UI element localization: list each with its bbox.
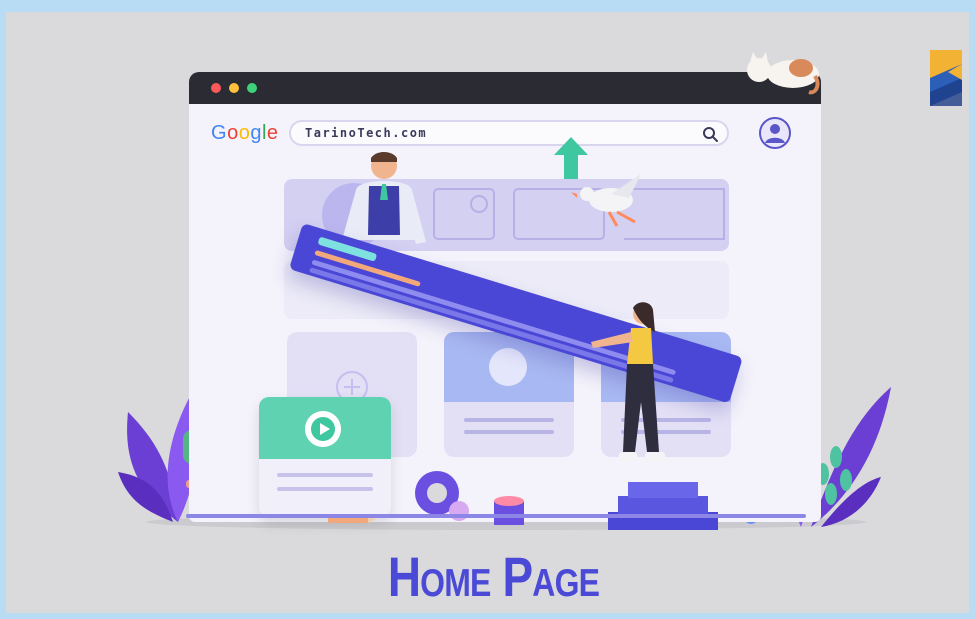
card-text-line	[464, 430, 554, 434]
google-letter: o	[238, 122, 251, 144]
ground-line	[186, 514, 806, 518]
illustration-scene: Google TarinoTech.com Home Page	[6, 12, 969, 613]
search-input[interactable]: TarinoTech.com	[305, 126, 427, 140]
screenshot-frame: Google TarinoTech.com Home Page	[0, 0, 975, 619]
minimize-dot-icon	[229, 83, 239, 93]
cylinder-shape	[494, 496, 524, 525]
bird-icon	[571, 174, 641, 227]
steps-shape	[608, 482, 718, 530]
card-text-line	[464, 418, 554, 422]
google-letter: g	[250, 122, 262, 144]
cat-icon	[747, 52, 820, 95]
maximize-dot-icon	[247, 83, 257, 93]
brand-logo-icon	[930, 50, 962, 106]
search-icon[interactable]	[701, 125, 719, 143]
close-dot-icon	[211, 83, 221, 93]
search-bar[interactable]: TarinoTech.com	[289, 120, 729, 146]
video-text-line	[277, 473, 373, 477]
content-card[interactable]	[444, 332, 574, 457]
page-title: Home Page	[387, 545, 600, 608]
play-icon[interactable]	[305, 411, 341, 447]
card-image-circle	[489, 348, 527, 386]
video-card[interactable]	[259, 397, 391, 517]
google-letter: e	[266, 122, 279, 144]
woman-figure	[591, 302, 665, 462]
video-text-line	[277, 487, 373, 491]
user-avatar-icon[interactable]	[759, 117, 791, 149]
browser-titlebar	[189, 72, 821, 104]
google-letter: G	[211, 122, 228, 144]
google-logo: Google	[211, 122, 279, 145]
google-letter: o	[227, 122, 239, 144]
